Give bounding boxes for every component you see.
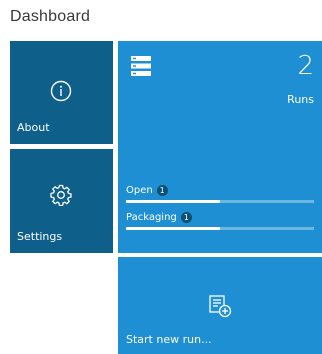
packaging-progress-bar xyxy=(126,227,314,230)
server-icon xyxy=(130,55,152,77)
open-count-badge: 1 xyxy=(156,185,168,196)
settings-tile[interactable]: Settings xyxy=(10,149,113,253)
start-new-run-label: Start new run... xyxy=(126,333,212,346)
runs-tile[interactable]: 2 Runs Open 1 Packaging 1 xyxy=(118,41,322,253)
open-label: Open xyxy=(126,185,153,196)
packaging-count-badge: 1 xyxy=(180,212,192,223)
runs-label: Runs xyxy=(287,93,314,106)
start-new-run-tile[interactable]: Start new run... xyxy=(118,257,322,354)
open-progress-fill xyxy=(126,200,220,203)
about-tile[interactable]: About xyxy=(10,41,113,144)
page-title: Dashboard xyxy=(10,8,91,25)
packaging-progress-fill xyxy=(126,227,220,230)
runs-count: 2 xyxy=(297,51,314,81)
about-label: About xyxy=(17,121,50,134)
gear-icon xyxy=(50,184,72,207)
packaging-label: Packaging xyxy=(126,212,177,223)
packaging-runs-stat[interactable]: Packaging 1 xyxy=(126,212,314,230)
settings-label: Settings xyxy=(17,230,63,243)
open-progress-bar xyxy=(126,200,314,203)
info-icon xyxy=(50,80,72,102)
new-run-icon xyxy=(208,294,232,318)
open-runs-stat[interactable]: Open 1 xyxy=(126,185,314,203)
